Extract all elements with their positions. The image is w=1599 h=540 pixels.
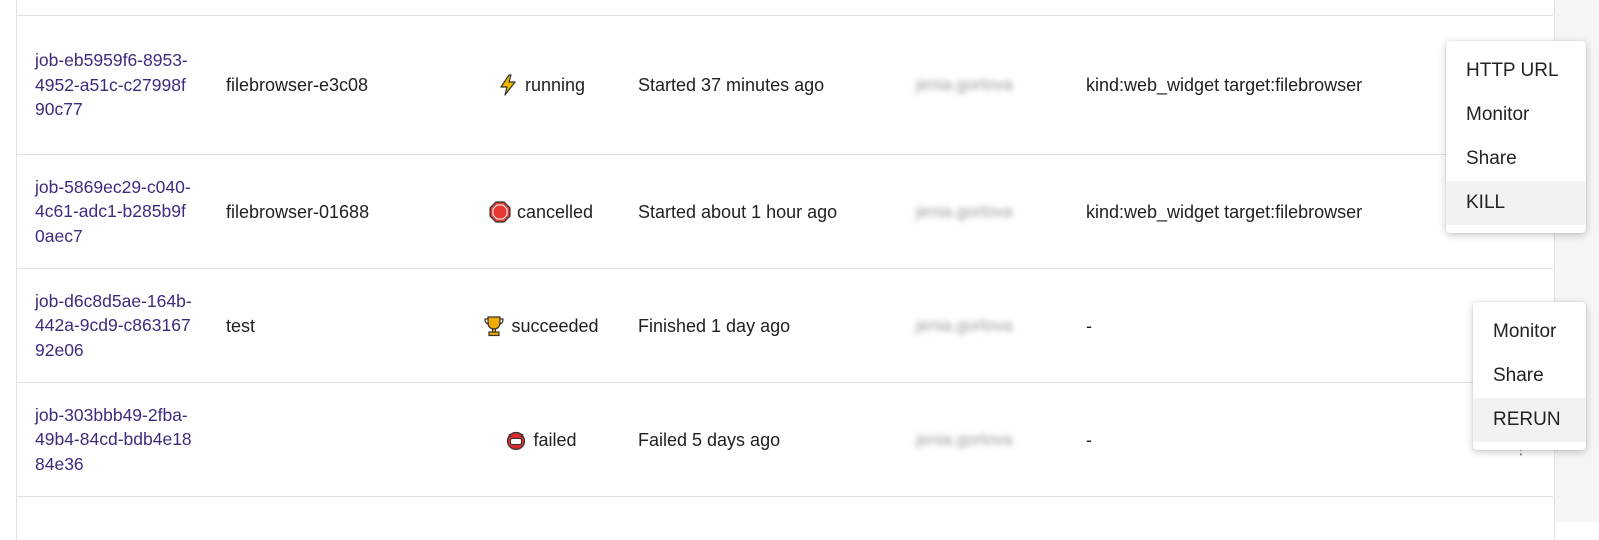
owner-name: jenia.gorlova: [916, 75, 1013, 94]
job-owner: jenia.gorlova: [916, 155, 1056, 268]
status-label: failed: [533, 429, 577, 450]
job-tags: -: [1086, 429, 1092, 450]
job-status: succeeded: [456, 269, 626, 382]
menu-item-kill[interactable]: KILL: [1446, 181, 1586, 225]
status-label: running: [524, 75, 586, 95]
table-row: job-303bbb49-2fba-49b4-84cd-bdb4e1884e36…: [16, 382, 1553, 497]
job-name: filebrowser-e3c08: [226, 75, 369, 95]
job-status: running: [456, 16, 626, 154]
stop-sign-icon: [489, 200, 511, 223]
job-id-cell: job-eb5959f6-8953-4952-a51c-c27998f90c77: [35, 16, 195, 154]
menu-item-monitor[interactable]: Monitor: [1446, 93, 1586, 137]
job-tags: kind:web_widget target:filebrowser: [1086, 201, 1363, 222]
job-id-cell: job-303bbb49-2fba-49b4-84cd-bdb4e1884e36: [35, 383, 195, 496]
job-id-link[interactable]: job-5869ec29-c040-4c61-adc1-b285b9f0aec7: [35, 175, 195, 249]
lightning-icon: [497, 74, 519, 96]
job-id-link[interactable]: job-d6c8d5ae-164b-442a-9cd9-c86316792e06: [35, 289, 195, 363]
table-row: job-d6c8d5ae-164b-442a-9cd9-c86316792e06…: [16, 268, 1553, 382]
job-id-link[interactable]: job-303bbb49-2fba-49b4-84cd-bdb4e1884e36: [35, 403, 195, 477]
job-time: Started 37 minutes ago: [638, 75, 825, 95]
status-label: succeeded: [511, 315, 599, 336]
monster-face-icon: [505, 429, 527, 451]
job-actions-menu: HTTP URL Monitor Share KILL: [1446, 41, 1586, 233]
job-owner: jenia.gorlova: [916, 383, 1056, 496]
job-status: cancelled: [456, 155, 626, 268]
job-id-link[interactable]: job-eb5959f6-8953-4952-a51c-c27998f90c77: [35, 48, 195, 122]
job-actions-menu: Monitor Share RERUN: [1473, 302, 1586, 450]
owner-name: jenia.gorlova: [916, 315, 1013, 335]
job-id-cell: job-d6c8d5ae-164b-442a-9cd9-c86316792e06: [35, 269, 195, 382]
job-owner: jenia.gorlova: [916, 269, 1056, 382]
job-name: test: [226, 315, 256, 336]
job-owner: jenia.gorlova: [916, 16, 1056, 154]
menu-item-monitor[interactable]: Monitor: [1473, 310, 1586, 354]
job-time: Failed 5 days ago: [638, 429, 781, 450]
menu-item-http-url[interactable]: HTTP URL: [1446, 49, 1586, 93]
owner-name: jenia.gorlova: [916, 201, 1013, 221]
menu-item-rerun[interactable]: RERUN: [1473, 398, 1586, 442]
job-name: [226, 383, 446, 496]
job-time: Started about 1 hour ago: [638, 201, 838, 222]
job-tags: -: [1086, 315, 1092, 336]
job-tags: kind:web_widget target:filebrowser: [1086, 75, 1363, 95]
menu-item-share[interactable]: Share: [1473, 354, 1586, 398]
table-row: job-5869ec29-c040-4c61-adc1-b285b9f0aec7…: [16, 154, 1553, 268]
job-id-cell: job-5869ec29-c040-4c61-adc1-b285b9f0aec7: [35, 155, 195, 268]
menu-item-share[interactable]: Share: [1446, 137, 1586, 181]
job-time: Finished 1 day ago: [638, 315, 791, 336]
table-row: job-eb5959f6-8953-4952-a51c-c27998f90c77…: [16, 15, 1553, 154]
trophy-icon: [483, 315, 505, 337]
owner-name: jenia.gorlova: [916, 429, 1013, 449]
status-label: cancelled: [516, 201, 594, 222]
job-status: failed: [456, 383, 626, 496]
job-name: filebrowser-01688: [226, 201, 370, 222]
